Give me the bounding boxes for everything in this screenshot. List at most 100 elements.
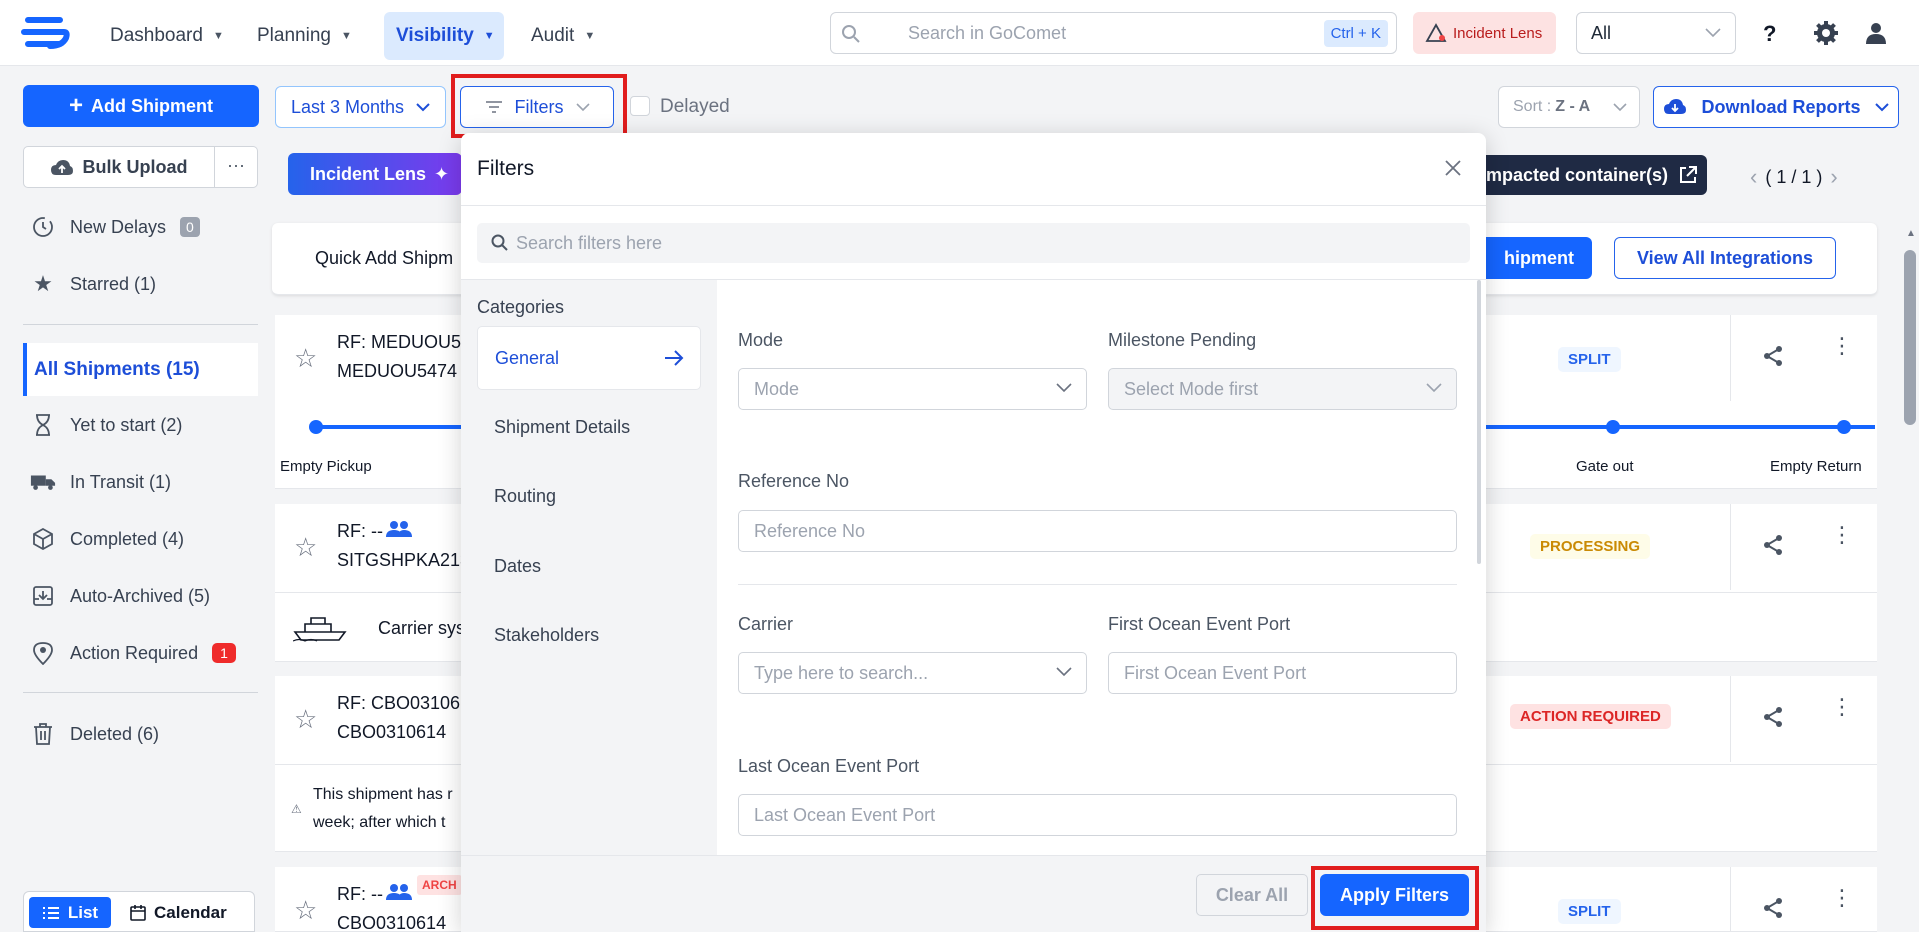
view-all-integrations-button[interactable]: View All Integrations bbox=[1614, 237, 1836, 279]
user-account-icon[interactable] bbox=[1864, 21, 1888, 45]
clear-all-button[interactable]: Clear All bbox=[1196, 874, 1308, 916]
nav-dashboard[interactable]: Dashboard ▼ bbox=[98, 12, 236, 60]
chevron-right-icon[interactable]: › bbox=[1830, 164, 1837, 190]
filters-scrollbar-thumb[interactable] bbox=[1477, 280, 1481, 564]
category-label: Dates bbox=[494, 555, 542, 576]
plus-icon: + bbox=[68, 92, 83, 119]
users-icon bbox=[386, 883, 412, 901]
page-scrollbar[interactable]: ▲ bbox=[1901, 228, 1919, 932]
scope-select-value: All bbox=[1591, 22, 1612, 43]
global-search[interactable]: Search in GoComet Ctrl + K bbox=[830, 12, 1397, 54]
last-ocean-port-label: Last Ocean Event Port bbox=[738, 756, 920, 776]
nav-audit-label: Audit bbox=[531, 25, 575, 46]
auto-archived-label: Auto-Archived (5) bbox=[70, 585, 211, 606]
star-outline-icon[interactable]: ☆ bbox=[294, 343, 317, 374]
add-shipment-button[interactable]: + Add Shipment bbox=[23, 85, 259, 127]
gocomet-logo[interactable] bbox=[20, 14, 72, 50]
carrier-select[interactable]: Type here to search... bbox=[738, 652, 1087, 694]
shipment-note-line: week; after which t bbox=[313, 814, 446, 831]
date-range-select[interactable]: Last 3 Months bbox=[275, 86, 446, 128]
close-icon[interactable] bbox=[1444, 159, 1462, 177]
star-outline-icon[interactable]: ☆ bbox=[294, 704, 317, 735]
divider bbox=[738, 584, 1457, 585]
kebab-menu-icon[interactable]: ⋮ bbox=[1831, 335, 1853, 357]
incident-lens-button[interactable]: Incident Lens bbox=[1413, 12, 1556, 54]
clear-all-label: Clear All bbox=[1215, 884, 1289, 905]
shipment-ref: RF: CBO031061 bbox=[337, 693, 471, 713]
kebab-menu-icon[interactable]: ⋮ bbox=[1831, 524, 1853, 546]
category-label: Shipment Details bbox=[494, 416, 631, 437]
shipment-note-line: This shipment has r bbox=[313, 786, 453, 803]
share-icon[interactable] bbox=[1762, 534, 1784, 556]
sidebar-item-new-delays[interactable]: New Delays 0 bbox=[30, 207, 200, 247]
kebab-menu-icon[interactable]: ⋮ bbox=[1831, 696, 1853, 718]
category-general[interactable]: General bbox=[477, 326, 701, 390]
delayed-checkbox[interactable] bbox=[630, 96, 650, 116]
more-options-icon[interactable]: ··· bbox=[215, 146, 258, 188]
quick-add-label: Quick Add Shipm bbox=[315, 248, 454, 268]
download-reports-button[interactable]: Download Reports bbox=[1653, 86, 1899, 128]
warning-icon: ⚠ bbox=[291, 802, 302, 816]
shipment-ref: RF: -- bbox=[337, 521, 383, 541]
scope-select[interactable]: All bbox=[1576, 12, 1736, 54]
view-list-button[interactable]: List bbox=[29, 897, 111, 928]
view-list-label: List bbox=[67, 902, 99, 922]
shipment-ref: RF: -- bbox=[337, 884, 383, 904]
nav-visibility[interactable]: Visibility ▼ bbox=[384, 12, 504, 60]
milestone-label: Empty Pickup bbox=[280, 458, 372, 475]
carrier-label: Carrier bbox=[738, 614, 794, 634]
impacted-containers-button[interactable]: mpacted container(s) bbox=[1486, 155, 1707, 195]
add-shipment-quick-button[interactable]: hipment bbox=[1486, 237, 1592, 279]
reference-no-input[interactable]: Reference No bbox=[738, 510, 1457, 552]
scrollbar-thumb[interactable] bbox=[1904, 250, 1916, 425]
share-icon[interactable] bbox=[1762, 897, 1784, 919]
category-dates[interactable]: Dates bbox=[477, 534, 701, 598]
new-delays-count: 0 bbox=[180, 217, 200, 237]
scroll-up-icon[interactable]: ▲ bbox=[1906, 228, 1916, 239]
sidebar-item-starred[interactable]: ★ Starred (1) bbox=[30, 264, 156, 304]
milestone-pending-select[interactable]: Select Mode first bbox=[1108, 368, 1457, 410]
category-label: Routing bbox=[494, 485, 557, 506]
last-ocean-port-input[interactable]: Last Ocean Event Port bbox=[738, 794, 1457, 836]
bulk-upload-button[interactable]: Bulk Upload bbox=[23, 146, 215, 188]
incident-lens-banner-button[interactable]: Incident Lens ✦ bbox=[288, 153, 462, 195]
nav-audit[interactable]: Audit ▼ bbox=[519, 12, 607, 60]
location-alert-icon bbox=[30, 641, 56, 665]
sort-select[interactable]: Sort : Z - A bbox=[1498, 86, 1640, 128]
chevron-down-icon bbox=[1056, 383, 1072, 393]
chevron-left-icon[interactable]: ‹ bbox=[1750, 164, 1757, 190]
star-outline-icon[interactable]: ☆ bbox=[294, 895, 317, 926]
category-shipment-details[interactable]: Shipment Details bbox=[477, 395, 701, 459]
sidebar-item-auto-archived[interactable]: Auto-Archived (5) bbox=[30, 576, 210, 616]
filter-search-input[interactable]: Search filters here bbox=[477, 223, 1470, 263]
apply-filters-highlight-box bbox=[1311, 866, 1479, 930]
carrier-note: Carrier sys bbox=[378, 618, 466, 638]
sidebar-item-action-required[interactable]: Action Required 1 bbox=[30, 633, 236, 673]
first-ocean-port-input[interactable]: First Ocean Event Port bbox=[1108, 652, 1457, 694]
sidebar-item-in-transit[interactable]: In Transit (1) bbox=[30, 462, 171, 502]
view-calendar-button[interactable]: Calendar bbox=[130, 897, 227, 928]
sparkle-icon: ✦ bbox=[434, 163, 450, 184]
shipment-id: SITGSHPKA213 bbox=[337, 550, 471, 570]
search-icon bbox=[491, 234, 509, 252]
incident-lens-label: Incident Lens bbox=[1453, 24, 1543, 42]
share-icon[interactable] bbox=[1762, 706, 1784, 728]
filters-highlight-box bbox=[451, 74, 627, 138]
sidebar-item-deleted[interactable]: Deleted (6) bbox=[30, 714, 159, 754]
sidebar-item-yet-to-start[interactable]: Yet to start (2) bbox=[30, 405, 182, 445]
share-icon[interactable] bbox=[1762, 345, 1784, 367]
sidebar-item-completed[interactable]: Completed (4) bbox=[30, 519, 184, 559]
sidebar-item-all-shipments[interactable]: All Shipments (15) bbox=[23, 343, 258, 396]
nav-planning[interactable]: Planning ▼ bbox=[245, 12, 364, 60]
category-label: General bbox=[495, 347, 560, 368]
help-icon[interactable]: ? bbox=[1763, 21, 1776, 47]
chevron-down-icon bbox=[1613, 103, 1627, 112]
kebab-menu-icon[interactable]: ⋮ bbox=[1831, 887, 1853, 909]
search-icon bbox=[841, 24, 861, 44]
category-routing[interactable]: Routing bbox=[477, 464, 701, 528]
list-icon bbox=[42, 906, 59, 919]
gear-icon[interactable] bbox=[1813, 20, 1839, 46]
category-stakeholders[interactable]: Stakeholders bbox=[477, 603, 701, 667]
star-outline-icon[interactable]: ☆ bbox=[294, 532, 317, 563]
mode-select[interactable]: Mode bbox=[738, 368, 1087, 410]
